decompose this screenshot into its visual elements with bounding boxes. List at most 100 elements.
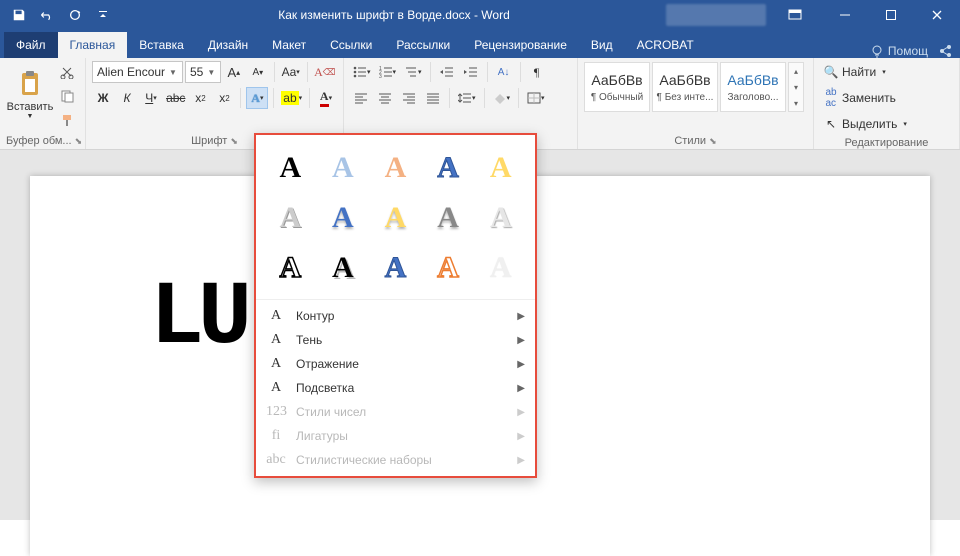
subscript-button[interactable]: x2 — [189, 87, 211, 109]
fx-swatch-1[interactable]: A — [319, 145, 368, 191]
show-marks-button[interactable]: ¶ — [526, 61, 548, 83]
fx-swatch-14[interactable]: A — [476, 245, 525, 291]
chevron-right-icon: ▶ — [517, 455, 525, 466]
bulb-icon — [870, 44, 884, 58]
window-controls — [822, 0, 960, 30]
save-button[interactable] — [6, 1, 32, 29]
styles-gallery: АаБбВв¶ Обычный АаБбВв¶ Без инте... АаБб… — [584, 62, 804, 112]
chevron-right-icon: ▶ — [517, 335, 525, 346]
replace-icon: abac — [824, 87, 838, 109]
fx-swatch-7[interactable]: A — [371, 195, 420, 241]
bold-button[interactable]: Ж — [92, 87, 114, 109]
fx-swatch-6[interactable]: A — [319, 195, 368, 241]
undo-button[interactable] — [34, 1, 60, 29]
line-spacing-button[interactable]: ▾ — [455, 87, 479, 109]
fx-menu-Тень[interactable]: AТень▶ — [256, 328, 535, 352]
search-icon: 🔍 — [824, 65, 838, 79]
group-styles: АаБбВв¶ Обычный АаБбВв¶ Без инте... АаБб… — [578, 58, 814, 149]
maximize-button[interactable] — [868, 0, 914, 30]
font-name-select[interactable]: Alien Encour▼ — [92, 61, 183, 83]
font-color-button[interactable]: A▾ — [315, 87, 337, 109]
tell-me[interactable]: Помощ — [870, 44, 928, 58]
increase-indent-button[interactable] — [460, 61, 482, 83]
numbering-button[interactable]: 123▾ — [376, 61, 400, 83]
superscript-button[interactable]: x2 — [213, 87, 235, 109]
find-button[interactable]: 🔍Найти▾ — [820, 61, 953, 83]
multilevel-button[interactable]: ▾ — [401, 61, 425, 83]
select-button[interactable]: ↖Выделить▾ — [820, 113, 953, 135]
window-title: Как изменить шрифт в Ворде.docx - Word — [122, 8, 666, 22]
tab-acrobat[interactable]: ACROBAT — [625, 32, 706, 58]
chevron-right-icon: ▶ — [517, 431, 525, 442]
text-effects-menu: AКонтур▶AТень▶AОтражение▶AПодсветка▶123С… — [256, 299, 535, 476]
fx-swatch-8[interactable]: A — [424, 195, 473, 241]
font-size-select[interactable]: 55▼ — [185, 61, 221, 83]
fx-menu-Стили чисел: 123Стили чисел▶ — [256, 400, 535, 424]
highlight-button[interactable]: ab▾ — [279, 87, 304, 109]
fx-swatch-0[interactable]: A — [266, 145, 315, 191]
style-normal[interactable]: АаБбВв¶ Обычный — [584, 62, 650, 112]
change-case-button[interactable]: Aa▾ — [280, 61, 302, 83]
ribbon-display-button[interactable] — [772, 0, 818, 30]
fx-swatch-3[interactable]: A — [424, 145, 473, 191]
italic-button[interactable]: К — [116, 87, 138, 109]
fx-swatch-4[interactable]: A — [476, 145, 525, 191]
chevron-right-icon: ▶ — [517, 359, 525, 370]
chevron-right-icon: ▶ — [517, 407, 525, 418]
tab-review[interactable]: Рецензирование — [462, 32, 579, 58]
fx-swatch-12[interactable]: A — [371, 245, 420, 291]
text-effects-button[interactable]: A▾ — [246, 87, 268, 109]
tab-references[interactable]: Ссылки — [318, 32, 384, 58]
tab-layout[interactable]: Макет — [260, 32, 318, 58]
redo-button[interactable] — [62, 1, 88, 29]
tab-mailings[interactable]: Рассылки — [384, 32, 462, 58]
align-left-button[interactable] — [350, 87, 372, 109]
styles-more[interactable]: ▴▾▾ — [788, 62, 804, 112]
format-painter-button[interactable] — [56, 109, 78, 131]
fx-swatch-9[interactable]: A — [476, 195, 525, 241]
fx-swatch-5[interactable]: A — [266, 195, 315, 241]
style-heading1[interactable]: АаБбВвЗаголово... — [720, 62, 786, 112]
cut-button[interactable] — [56, 61, 78, 83]
document-text[interactable]: LU — [150, 268, 246, 370]
style-no-spacing[interactable]: АаБбВв¶ Без инте... — [652, 62, 718, 112]
close-button[interactable] — [914, 0, 960, 30]
fx-menu-icon: A — [266, 308, 286, 324]
fx-menu-icon: abc — [266, 452, 286, 468]
underline-button[interactable]: Ч▾ — [140, 87, 162, 109]
tab-view[interactable]: Вид — [579, 32, 625, 58]
fx-swatch-13[interactable]: A — [424, 245, 473, 291]
grow-font-button[interactable]: A▴ — [223, 61, 245, 83]
qat-customize-button[interactable] — [90, 1, 116, 29]
tab-insert[interactable]: Вставка — [127, 32, 196, 58]
tab-file[interactable]: Файл — [4, 32, 58, 58]
bullets-button[interactable]: ▾ — [350, 61, 374, 83]
strike-button[interactable]: abc — [164, 87, 187, 109]
justify-button[interactable] — [422, 87, 444, 109]
fx-menu-Подсветка[interactable]: AПодсветка▶ — [256, 376, 535, 400]
decrease-indent-button[interactable] — [436, 61, 458, 83]
tab-home[interactable]: Главная — [58, 32, 128, 58]
shading-button[interactable]: ▾ — [490, 87, 514, 109]
copy-button[interactable] — [56, 85, 78, 107]
fx-menu-icon: A — [266, 356, 286, 372]
replace-button[interactable]: abacЗаменить — [820, 87, 953, 109]
fx-swatch-10[interactable]: A — [266, 245, 315, 291]
borders-button[interactable]: ▾ — [524, 87, 548, 109]
tab-design[interactable]: Дизайн — [196, 32, 260, 58]
fx-swatch-2[interactable]: A — [371, 145, 420, 191]
paste-button[interactable]: Вставить ▼ — [6, 61, 54, 127]
fx-menu-Контур[interactable]: AКонтур▶ — [256, 304, 535, 328]
align-center-button[interactable] — [374, 87, 396, 109]
share-icon[interactable] — [938, 44, 952, 58]
minimize-button[interactable] — [822, 0, 868, 30]
account-badge[interactable] — [666, 4, 766, 26]
align-right-button[interactable] — [398, 87, 420, 109]
fx-menu-icon: A — [266, 380, 286, 396]
fx-menu-Отражение[interactable]: AОтражение▶ — [256, 352, 535, 376]
clear-format-button[interactable]: A⌫ — [313, 61, 337, 83]
shrink-font-button[interactable]: A▾ — [247, 61, 269, 83]
fx-swatch-11[interactable]: A — [319, 245, 368, 291]
group-clipboard: Вставить ▼ Буфер обм... ⬊ — [0, 58, 86, 149]
sort-button[interactable]: A↓ — [493, 61, 515, 83]
